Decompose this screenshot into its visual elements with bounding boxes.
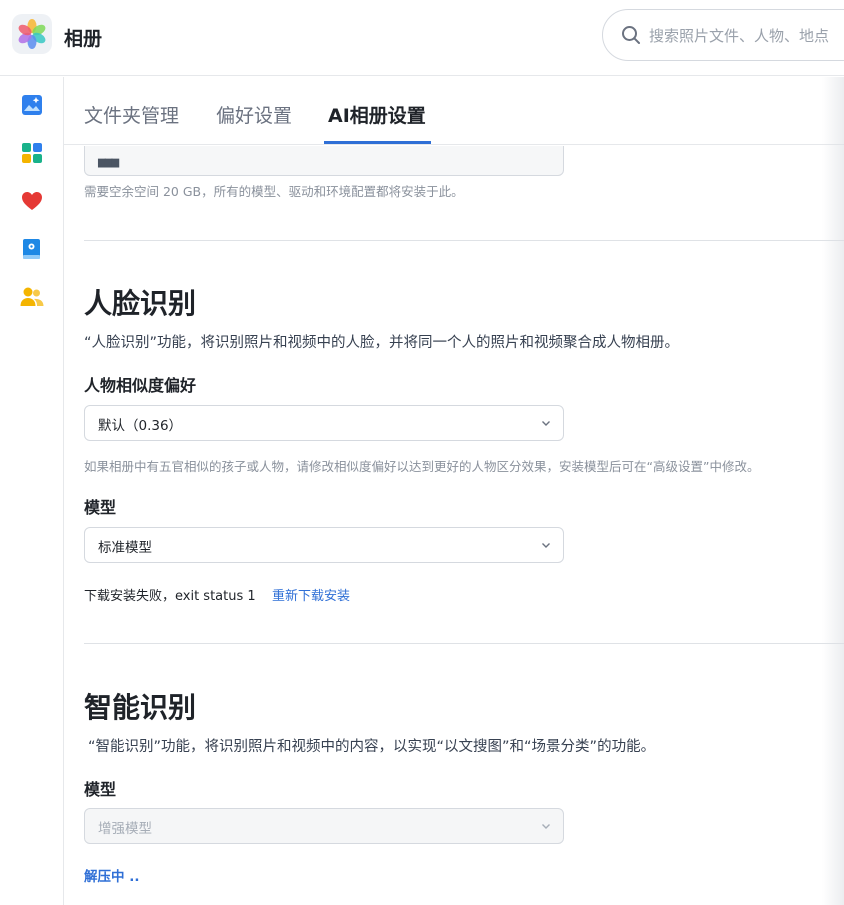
- section-divider: [84, 643, 844, 644]
- sidebar-item-photos[interactable]: [18, 91, 46, 119]
- app-header: 相册: [0, 0, 844, 76]
- install-path-field[interactable]: ▆▆▆: [84, 146, 564, 176]
- tab-ai-album-settings[interactable]: AI相册设置: [328, 101, 426, 128]
- search-input[interactable]: [649, 24, 844, 48]
- similarity-hint: 如果相册中有五官相似的孩子或人物，请修改相似度偏好以达到更好的人物区分效果，安装…: [84, 459, 760, 474]
- similarity-select[interactable]: 默认（0.36）: [84, 405, 564, 441]
- smart-model-select: 增强模型: [84, 808, 564, 844]
- active-tab-indicator: [324, 141, 431, 144]
- settings-content: ▆▆▆ 需要空余空间 20 GB，所有的模型、驱动和环境配置都将安装于此。 人脸…: [64, 146, 844, 905]
- sidebar-item-favorites[interactable]: [18, 187, 46, 215]
- search-box[interactable]: [602, 9, 844, 61]
- redownload-link[interactable]: 重新下载安装: [272, 585, 350, 604]
- heart-icon: [22, 192, 42, 210]
- people-icon: [20, 287, 44, 306]
- smart-model-value: 增强模型: [98, 821, 152, 837]
- face-recognition-title: 人脸识别: [84, 287, 197, 320]
- smart-model-label: 模型: [84, 780, 117, 799]
- sidebar-item-shared[interactable]: [18, 235, 46, 263]
- face-recognition-description: “人脸识别”功能，将识别照片和视频中的人脸，并将同一个人的照片和视频聚合成人物相…: [84, 335, 680, 351]
- folder-icon: ▆▆▆: [98, 157, 119, 168]
- sidebar-item-albums[interactable]: [18, 139, 46, 167]
- smart-recognition-title: 智能识别: [84, 691, 197, 724]
- chevron-down-icon: [542, 421, 550, 426]
- face-model-status: 下载安装失败，exit status 1: [84, 589, 256, 604]
- face-model-label: 模型: [84, 498, 117, 517]
- similarity-value: 默认（0.36）: [98, 418, 183, 434]
- storage-hint: 需要空余空间 20 GB，所有的模型、驱动和环境配置都将安装于此。: [84, 184, 464, 199]
- chevron-down-icon: [542, 824, 550, 829]
- search-icon: [622, 26, 640, 44]
- extracting-status: 解压中 ..: [84, 869, 140, 885]
- smart-recognition-description: “智能识别”功能，将识别照片和视频中的内容，以实现“以文搜图”和“场景分类”的功…: [88, 739, 656, 755]
- image-icon: [22, 95, 42, 115]
- tab-preferences[interactable]: 偏好设置: [216, 101, 292, 128]
- sidebar-item-people[interactable]: [18, 283, 46, 311]
- section-divider: [84, 240, 844, 241]
- album-grid-icon: [22, 143, 42, 163]
- chevron-down-icon: [542, 543, 550, 548]
- photos-flower-icon[interactable]: [12, 14, 52, 54]
- settings-tabs: 文件夹管理 偏好设置 AI相册设置: [64, 77, 844, 145]
- face-model-select[interactable]: 标准模型: [84, 527, 564, 563]
- app-title: 相册: [64, 28, 103, 50]
- book-icon: [23, 239, 40, 259]
- tab-folder-management[interactable]: 文件夹管理: [84, 101, 179, 128]
- similarity-label: 人物相似度偏好: [84, 376, 197, 395]
- face-model-value: 标准模型: [98, 540, 152, 556]
- sidebar: [0, 77, 64, 905]
